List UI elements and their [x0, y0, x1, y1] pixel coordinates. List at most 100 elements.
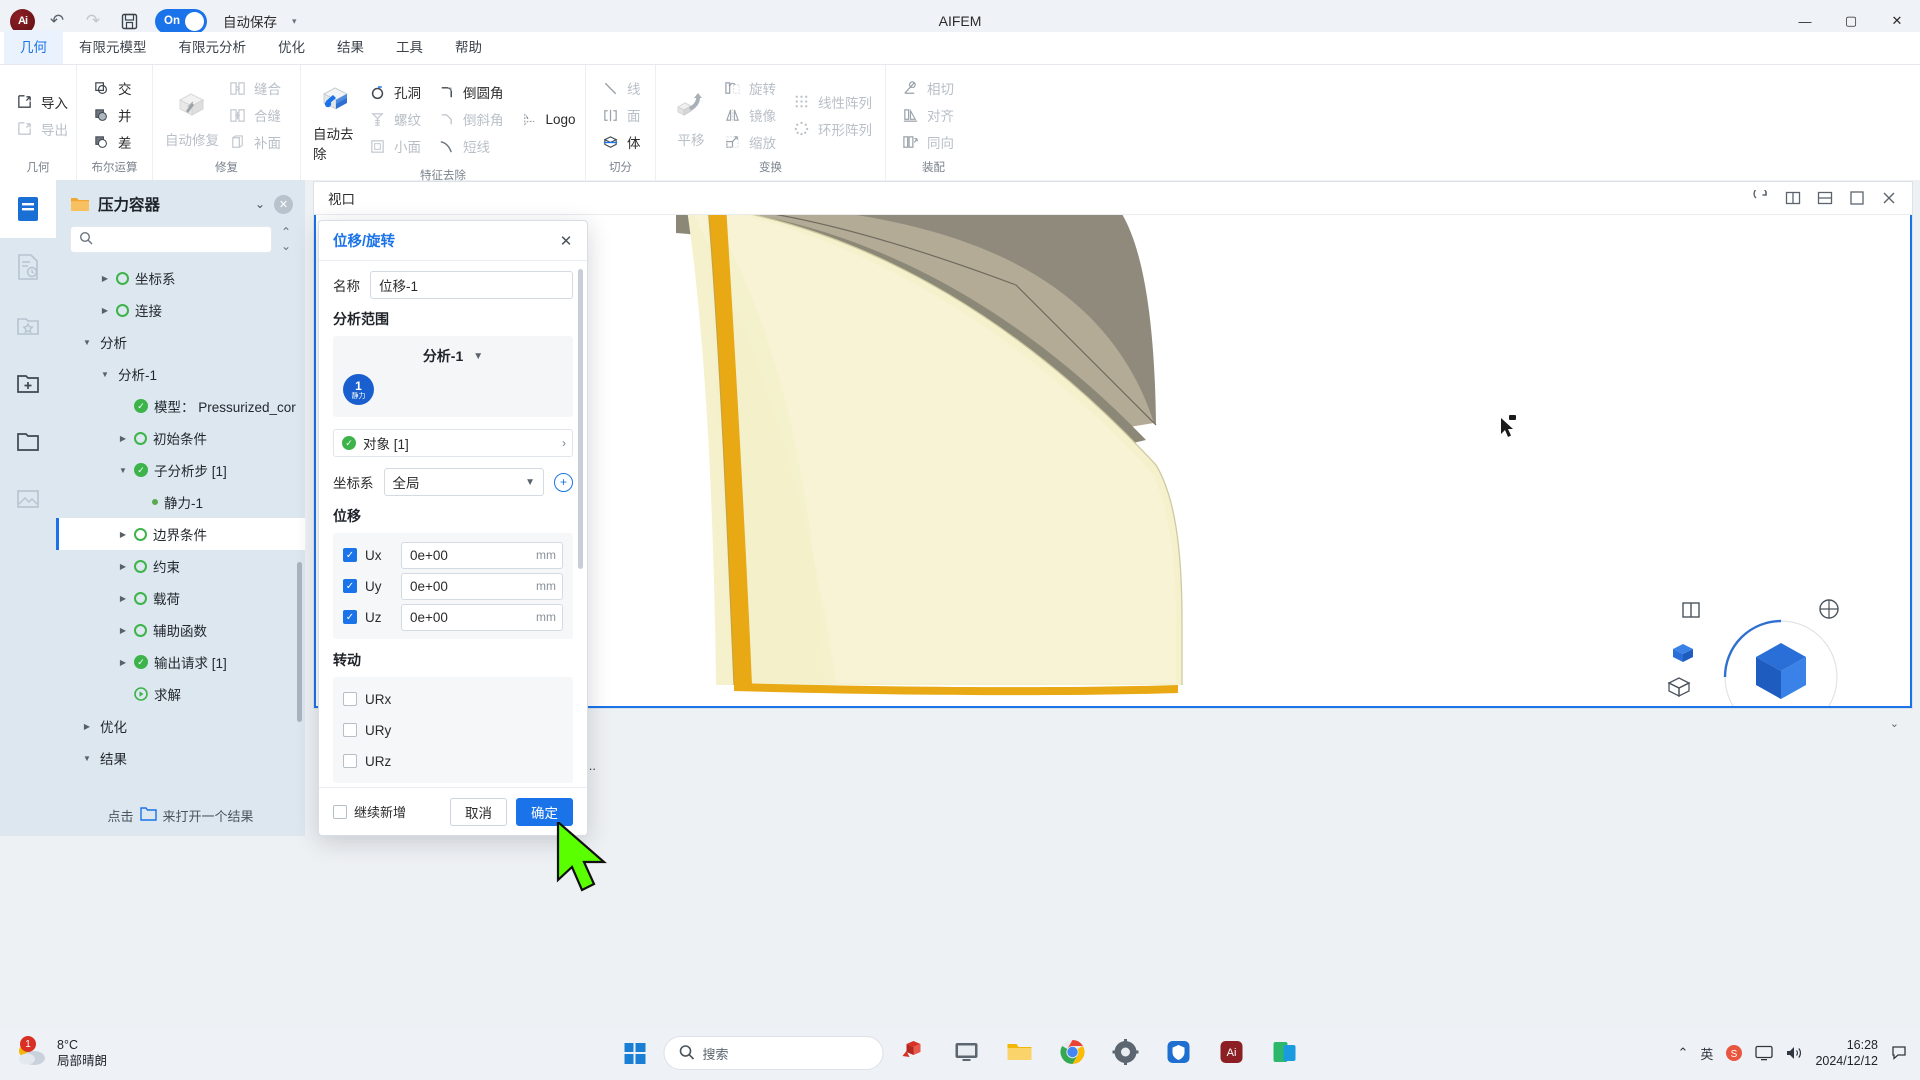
name-input[interactable]: 位移-1: [370, 271, 573, 299]
command-rotate[interactable]: 旋转: [718, 75, 785, 101]
command-thread[interactable]: 螺纹: [363, 106, 430, 132]
sort-toggle-icon[interactable]: ⌃⌄: [279, 225, 293, 253]
command-mirror[interactable]: 镜像: [718, 102, 785, 128]
urx-checkbox[interactable]: [343, 692, 357, 706]
tab-geometry[interactable]: 几何: [4, 30, 63, 64]
command-hole[interactable]: 孔洞: [363, 79, 430, 105]
tab-optimization[interactable]: 优化: [262, 30, 321, 64]
tree-node[interactable]: 求解: [56, 678, 305, 710]
volume-icon[interactable]: [1785, 1045, 1803, 1061]
command-short-edge[interactable]: 短线: [432, 133, 513, 159]
tree-node[interactable]: ▼分析-1: [56, 358, 305, 390]
taskbar-clock[interactable]: 16:28 2024/12/12: [1815, 1037, 1878, 1069]
ux-input[interactable]: 0e+00 mm: [401, 542, 563, 569]
command-tangent[interactable]: 相切: [896, 75, 963, 101]
rail-model-tree[interactable]: [0, 180, 56, 238]
chevron-right-icon[interactable]: ▶: [116, 562, 130, 571]
tree-search-input[interactable]: [99, 232, 263, 247]
rail-image-placeholder[interactable]: [0, 470, 56, 528]
tree-node[interactable]: ▶✓输出请求 [1]: [56, 646, 305, 678]
confirm-button[interactable]: 确定: [516, 798, 573, 826]
command-sew[interactable]: 缝合: [223, 75, 290, 101]
chevron-right-icon[interactable]: ▶: [116, 530, 130, 539]
taskbar-search[interactable]: 搜索: [664, 1036, 884, 1070]
csys-select[interactable]: 全局 ▼: [384, 468, 545, 496]
start-button[interactable]: [613, 1031, 657, 1075]
open-result-folder-icon[interactable]: [140, 807, 157, 824]
tree-node[interactable]: ✓模型： Pressurized_cor: [56, 390, 305, 422]
chevron-right-icon[interactable]: ▶: [116, 594, 130, 603]
ux-checkbox[interactable]: ✓: [343, 548, 357, 562]
chevron-up-icon[interactable]: ⌃: [1678, 1045, 1689, 1061]
command-chamfer[interactable]: 倒斜角: [432, 106, 513, 132]
dialog-close-button[interactable]: ✕: [555, 230, 577, 252]
split-horizontal-icon[interactable]: [1812, 186, 1838, 210]
tree-node[interactable]: ▶载荷: [56, 582, 305, 614]
tab-fe-model[interactable]: 有限元模型: [63, 30, 163, 64]
uz-checkbox[interactable]: ✓: [343, 610, 357, 624]
urz-checkbox[interactable]: [343, 754, 357, 768]
chevron-down-icon[interactable]: ▼: [80, 338, 94, 347]
tab-fe-analysis[interactable]: 有限元分析: [163, 30, 263, 64]
chevron-down-icon[interactable]: ⌄: [1890, 717, 1899, 730]
tree-node[interactable]: ▶初始条件: [56, 422, 305, 454]
restore-icon[interactable]: [1844, 186, 1870, 210]
tree-node[interactable]: ▼结果: [56, 742, 305, 774]
cancel-button[interactable]: 取消: [450, 798, 507, 826]
command-split-face[interactable]: 面: [596, 102, 650, 128]
ime-icon[interactable]: 英: [1700, 1044, 1713, 1063]
rail-new-folder[interactable]: [0, 354, 56, 412]
ury-checkbox[interactable]: [343, 723, 357, 737]
command-translate[interactable]: 平移: [666, 77, 716, 153]
command-merge-seam[interactable]: 合缝: [223, 102, 290, 128]
autosave-dropdown-icon[interactable]: ▾: [292, 16, 297, 27]
taskbar-app-aifem[interactable]: Ai: [1209, 1030, 1255, 1076]
refresh-icon[interactable]: [1748, 186, 1774, 210]
command-scale[interactable]: 缩放: [718, 129, 785, 155]
chevron-right-icon[interactable]: ▶: [80, 722, 94, 731]
notification-icon[interactable]: [1890, 1044, 1908, 1062]
tree-node[interactable]: ▶优化: [56, 710, 305, 742]
command-fillet[interactable]: 倒圆角: [432, 79, 513, 105]
uz-input[interactable]: 0e+00 mm: [401, 604, 563, 631]
chevron-down-icon[interactable]: ▼: [98, 370, 112, 379]
dialog-scrollbar[interactable]: [578, 269, 583, 569]
command-split-body[interactable]: 体: [596, 129, 650, 155]
chevron-right-icon[interactable]: ›: [562, 436, 566, 450]
command-auto-repair[interactable]: 自动修复: [163, 77, 221, 153]
tab-results[interactable]: 结果: [321, 30, 380, 64]
command-circular-pattern[interactable]: 环形阵列: [787, 116, 881, 142]
tree-node[interactable]: ▼分析: [56, 326, 305, 358]
command-small-face[interactable]: 小面: [363, 133, 430, 159]
close-icon[interactable]: [1876, 186, 1902, 210]
taskbar-app-teams[interactable]: [1262, 1030, 1308, 1076]
taskbar-app-security[interactable]: [1156, 1030, 1202, 1076]
command-same-direction[interactable]: 同向: [896, 129, 963, 155]
tree-node[interactable]: ▶坐标系: [56, 262, 305, 294]
tree-node[interactable]: ▶边界条件: [56, 518, 305, 550]
chevron-down-icon[interactable]: ▼: [116, 466, 130, 475]
analysis-selector[interactable]: 分析-1 ▼: [343, 344, 563, 374]
rail-favorites[interactable]: [0, 296, 56, 354]
chevron-right-icon[interactable]: ▶: [98, 306, 112, 315]
tab-help[interactable]: 帮助: [439, 30, 498, 64]
rail-history[interactable]: [0, 238, 56, 296]
sogou-icon[interactable]: S: [1725, 1044, 1743, 1062]
taskbar-app-taskview[interactable]: [891, 1030, 937, 1076]
command-intersect[interactable]: 交: [87, 75, 141, 101]
tree-scrollbar[interactable]: [297, 562, 302, 722]
command-import[interactable]: 导入: [10, 89, 77, 115]
chevron-right-icon[interactable]: ▶: [116, 626, 130, 635]
uy-input[interactable]: 0e+00 mm: [401, 573, 563, 600]
tree-node[interactable]: ▼✓子分析步 [1]: [56, 454, 305, 486]
taskbar-app-chrome[interactable]: [1050, 1030, 1096, 1076]
taskbar-app-file-explorer[interactable]: [997, 1030, 1043, 1076]
command-linear-pattern[interactable]: 线性阵列: [787, 89, 881, 115]
monitor-icon[interactable]: [1755, 1045, 1773, 1061]
continue-add-checkbox[interactable]: [333, 805, 347, 819]
split-vertical-icon[interactable]: [1780, 186, 1806, 210]
command-logo[interactable]: Logo: [515, 107, 585, 132]
chevron-down-icon[interactable]: ⌄: [255, 197, 265, 211]
rail-folder[interactable]: [0, 412, 56, 470]
step-badge[interactable]: 1 静力: [343, 374, 374, 405]
